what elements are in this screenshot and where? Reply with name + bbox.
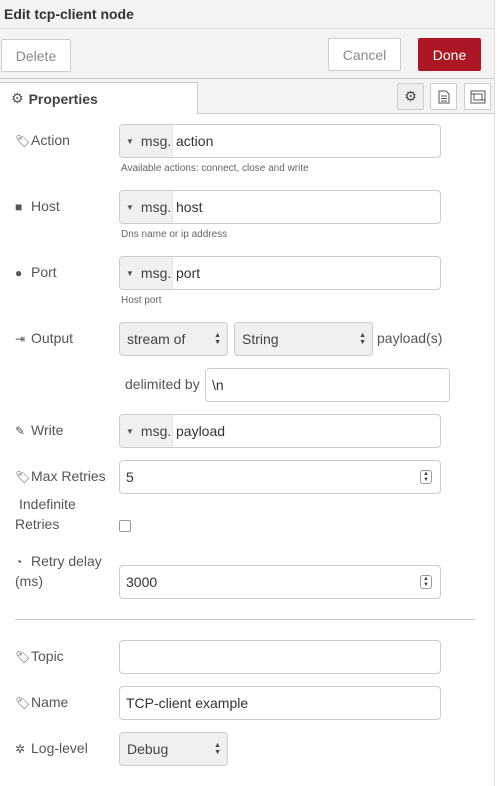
clock-icon: ◔ bbox=[15, 555, 23, 569]
max-retries-label: 🏷Max Retries bbox=[15, 466, 106, 487]
write-label-text: Write bbox=[31, 422, 64, 438]
indefinite-retries-label-line2: Retries bbox=[15, 516, 60, 532]
action-label: 🏷Action bbox=[15, 130, 70, 151]
tab-description[interactable] bbox=[430, 83, 457, 110]
name-label-text: Name bbox=[31, 694, 69, 710]
select-arrows-icon: ▲ ▼ bbox=[214, 332, 221, 346]
output-suffix: payload(s) bbox=[377, 330, 443, 346]
action-value[interactable]: action bbox=[173, 133, 213, 149]
delimited-label: delimited by bbox=[125, 376, 200, 392]
delimiter-value: \n bbox=[212, 377, 224, 393]
tag-icon: 🏷 bbox=[15, 134, 31, 148]
gear-icon: ⚙ bbox=[11, 90, 24, 106]
appearance-icon bbox=[470, 90, 485, 103]
bug-icon: ✲ bbox=[15, 742, 26, 756]
action-type-prefix: msg. bbox=[140, 133, 172, 149]
port-type-prefix: msg. bbox=[140, 265, 172, 281]
output-datatype-value: String bbox=[242, 331, 279, 347]
retry-delay-label: ◔ Retry delay bbox=[15, 551, 102, 572]
output-datatype-select[interactable]: String ▲ ▼ bbox=[234, 322, 373, 356]
done-button[interactable]: Done bbox=[418, 38, 481, 71]
host-value[interactable]: host bbox=[173, 199, 202, 215]
host-type-selector[interactable]: ▼ msg. bbox=[120, 191, 173, 223]
log-level-select[interactable]: Debug ▲ ▼ bbox=[119, 732, 228, 766]
tab-settings[interactable]: ⚙ bbox=[397, 83, 424, 110]
tab-properties[interactable]: ⚙ Properties bbox=[0, 82, 198, 114]
host-type-prefix: msg. bbox=[140, 199, 172, 215]
tab-appearance[interactable] bbox=[464, 83, 491, 110]
delete-button[interactable]: Delete bbox=[1, 39, 71, 72]
select-arrows-icon: ▲ ▼ bbox=[359, 332, 366, 346]
name-label: 🏷Name bbox=[15, 692, 68, 713]
dialog-toolbar: Delete Cancel Done bbox=[0, 29, 497, 79]
port-label-text: Port bbox=[31, 264, 57, 280]
retry-delay-label-line1: Retry delay bbox=[31, 553, 102, 569]
log-level-value: Debug bbox=[127, 741, 169, 757]
dialog-title: Edit tcp-client node bbox=[0, 0, 497, 29]
spinner-icon[interactable]: ▲ ▼ bbox=[420, 470, 432, 484]
caret-down-icon: ▼ bbox=[126, 202, 134, 212]
action-typed-input[interactable]: ▼ msg. action bbox=[119, 124, 441, 158]
delimiter-input[interactable]: \n bbox=[205, 368, 450, 402]
host-label: ■ Host bbox=[15, 196, 60, 217]
output-mode-value: stream of bbox=[127, 331, 186, 347]
globe-icon: ● bbox=[15, 266, 23, 280]
section-divider bbox=[15, 619, 475, 620]
caret-down-icon: ▼ bbox=[126, 136, 134, 146]
tab-divider bbox=[198, 113, 497, 114]
max-retries-value: 5 bbox=[126, 469, 134, 485]
pencil-icon: ✎ bbox=[15, 424, 26, 438]
action-label-text: Action bbox=[31, 132, 70, 148]
caret-down-icon: ▼ bbox=[126, 426, 134, 436]
output-label-text: Output bbox=[31, 330, 74, 346]
topic-label-text: Topic bbox=[31, 648, 64, 664]
log-level-label-text: Log-level bbox=[31, 740, 88, 756]
description-icon bbox=[438, 90, 449, 103]
action-hint: Available actions: connect, close and wr… bbox=[121, 163, 309, 174]
host-typed-input[interactable]: ▼ msg. host bbox=[119, 190, 441, 224]
gear-icon: ⚙ bbox=[404, 88, 417, 104]
action-type-selector[interactable]: ▼ msg. bbox=[120, 125, 173, 157]
name-input[interactable]: TCP-client example bbox=[119, 686, 441, 720]
retry-delay-value: 3000 bbox=[126, 574, 158, 590]
caret-down-icon: ▼ bbox=[126, 268, 134, 278]
cancel-button[interactable]: Cancel bbox=[328, 38, 401, 71]
sign-out-icon: ⇥ bbox=[15, 332, 26, 346]
tags-icon: 🏷 bbox=[15, 470, 31, 484]
topic-label: 🏷Topic bbox=[15, 646, 64, 667]
log-level-label: ✲ Log-level bbox=[15, 738, 88, 759]
max-retries-label-text: Max Retries bbox=[31, 468, 106, 484]
port-type-selector[interactable]: ▼ msg. bbox=[120, 257, 173, 289]
write-label: ✎ Write bbox=[15, 420, 63, 441]
port-typed-input[interactable]: ▼ msg. port bbox=[119, 256, 441, 290]
write-type-selector[interactable]: ▼ msg. bbox=[120, 415, 173, 447]
tag-icon: 🏷 bbox=[15, 696, 31, 710]
indefinite-retries-checkbox[interactable] bbox=[119, 520, 131, 532]
retry-delay-input[interactable]: 3000 ▲ ▼ bbox=[119, 565, 441, 599]
host-label-text: Host bbox=[31, 198, 60, 214]
select-arrows-icon: ▲ ▼ bbox=[214, 742, 221, 756]
tags-icon: 🏷 bbox=[15, 650, 31, 664]
output-mode-select[interactable]: stream of ▲ ▼ bbox=[119, 322, 228, 356]
port-label: ● Port bbox=[15, 262, 57, 283]
host-hint: Dns name or ip address bbox=[121, 229, 228, 240]
topic-input[interactable] bbox=[119, 640, 441, 674]
spinner-icon[interactable]: ▲ ▼ bbox=[420, 575, 432, 589]
folder-icon: ■ bbox=[15, 200, 23, 214]
output-label: ⇥ Output bbox=[15, 328, 73, 349]
write-type-prefix: msg. bbox=[140, 423, 172, 439]
indefinite-retries-label-line1: Indefinite bbox=[19, 496, 76, 512]
max-retries-input[interactable]: 5 ▲ ▼ bbox=[119, 460, 441, 494]
retry-delay-label-line2: (ms) bbox=[15, 573, 43, 589]
name-value: TCP-client example bbox=[126, 695, 249, 711]
tab-properties-label: Properties bbox=[28, 90, 98, 107]
port-value[interactable]: port bbox=[173, 265, 200, 281]
write-value[interactable]: payload bbox=[173, 423, 225, 439]
port-hint: Host port bbox=[121, 295, 162, 306]
write-typed-input[interactable]: ▼ msg. payload bbox=[119, 414, 441, 448]
